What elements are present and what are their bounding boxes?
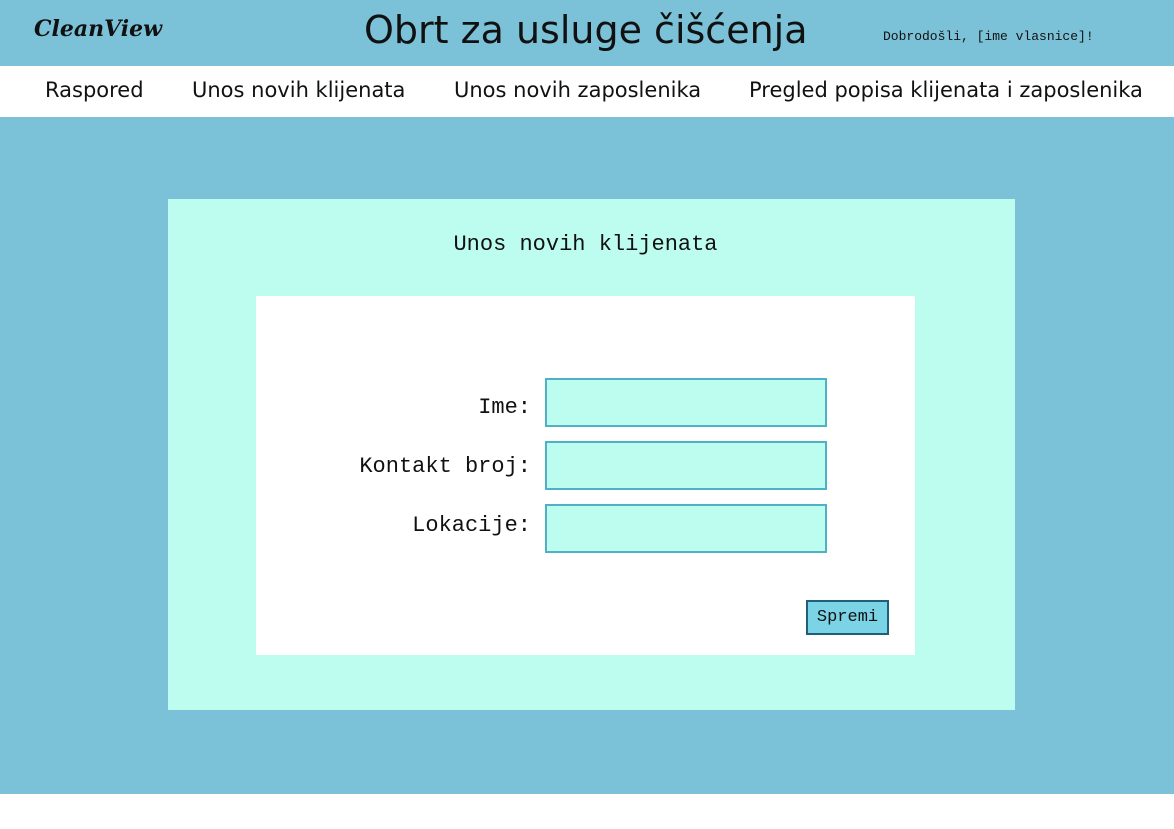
kontakt-broj-label: Kontakt broj: bbox=[359, 454, 531, 479]
header-bar: CleanView Obrt za usluge čišćenja Dobrod… bbox=[0, 0, 1174, 66]
welcome-message: Dobrodošli, [ime vlasnice]! bbox=[883, 29, 1094, 44]
app-logo[interactable]: CleanView bbox=[34, 16, 162, 42]
ime-input[interactable] bbox=[545, 378, 827, 427]
nav-bar: Raspored Unos novih klijenata Unos novih… bbox=[0, 66, 1174, 117]
form-panel: Unos novih klijenata Ime: Kontakt broj: … bbox=[168, 199, 1015, 710]
nav-item-unos-klijenata[interactable]: Unos novih klijenata bbox=[192, 78, 405, 102]
lokacije-label: Lokacije: bbox=[412, 513, 531, 538]
page-title: Obrt za usluge čišćenja bbox=[364, 8, 808, 52]
lokacije-input[interactable] bbox=[545, 504, 827, 553]
form-card: Ime: Kontakt broj: Lokacije: Spremi bbox=[256, 296, 915, 655]
nav-item-unos-zaposlenika[interactable]: Unos novih zaposlenika bbox=[454, 78, 701, 102]
nav-item-pregled-popisa[interactable]: Pregled popisa klijenata i zaposlenika bbox=[749, 78, 1143, 102]
kontakt-broj-input[interactable] bbox=[545, 441, 827, 490]
save-button[interactable]: Spremi bbox=[806, 600, 889, 635]
form-title: Unos novih klijenata bbox=[453, 232, 718, 257]
main-content: Unos novih klijenata Ime: Kontakt broj: … bbox=[0, 117, 1174, 794]
nav-item-raspored[interactable]: Raspored bbox=[45, 78, 144, 102]
ime-label: Ime: bbox=[478, 395, 531, 420]
